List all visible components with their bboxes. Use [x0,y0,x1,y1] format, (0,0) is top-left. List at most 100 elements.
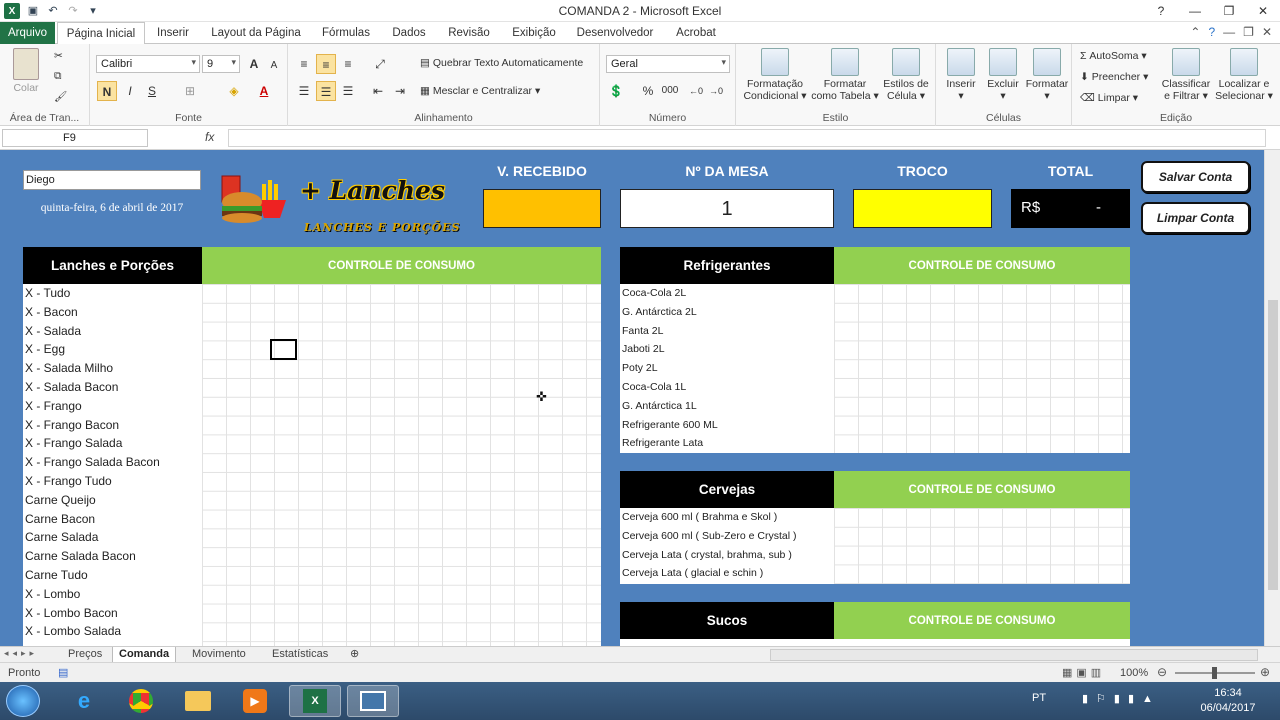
increase-indent-icon[interactable]: ⇥ [390,81,410,101]
tab-arquivo[interactable]: Arquivo [0,22,55,44]
copy-icon[interactable]: ⧉ [54,70,62,83]
worksheet[interactable]: Diego quinta-feira, 6 de abril de 2017 +… [0,150,1264,646]
user-name-cell[interactable]: Diego [23,170,201,190]
fill-button[interactable]: ⬇ Preencher ▾ [1080,71,1148,83]
comma-button[interactable]: 000 [658,81,682,101]
tab-desenvolvedor[interactable]: Desenvolvedor [572,22,658,44]
sheet-nav-arrows-icon[interactable]: ◂◂▸▸ [4,648,38,659]
decrease-indent-icon[interactable]: ⇤ [368,81,388,101]
tab-layout[interactable]: Layout da Página [206,22,306,44]
mesa-input[interactable]: 1 [620,189,834,228]
tab-dados[interactable]: Dados [386,22,432,44]
cervejas-consumo-grid[interactable] [834,508,1130,584]
macro-record-icon[interactable]: ▤ [58,666,68,679]
font-name-select[interactable]: Calibri [96,55,200,73]
cut-icon[interactable]: ✂ [54,50,63,62]
sheet-tab-movimento[interactable]: Movimento [186,647,252,663]
clear-button[interactable]: ⌫ Limpar ▾ [1080,92,1138,104]
start-button-icon[interactable] [6,685,40,717]
tray-icons[interactable]: ▮⚐▮▮▲ [1082,692,1161,705]
underline-button[interactable]: S [142,81,162,101]
name-box[interactable]: F9 [2,129,148,147]
help-icon[interactable]: ? [1208,25,1215,39]
format-painter-icon[interactable]: 🖌 [54,90,67,103]
wrap-text-button[interactable]: ▤ Quebrar Texto Automaticamente [420,57,583,69]
fill-color-icon[interactable]: ◈ [224,81,244,101]
insert-cells-button[interactable]: Inserir ▾ [940,48,982,102]
zoom-in-icon[interactable]: ⊕ [1260,665,1270,679]
zoom-level[interactable]: 100% [1120,667,1148,679]
cell-styles-button[interactable]: Estilos de Célula ▾ [880,48,932,102]
paste-button[interactable]: Colar [6,48,46,94]
zoom-slider-thumb[interactable] [1212,667,1217,679]
tab-formulas[interactable]: Fórmulas [316,22,376,44]
clock-date[interactable]: 06/04/2017 [1196,702,1260,714]
format-as-table-button[interactable]: Formatar como Tabela ▾ [810,48,880,102]
font-size-select[interactable]: 9 [202,55,240,73]
sheet-tab-precos[interactable]: Preços [62,647,108,663]
v-recebido-input[interactable] [483,189,601,228]
lanches-consumo-grid[interactable] [202,284,601,646]
restore-icon[interactable]: ❐ [1212,0,1246,22]
increase-decimal-icon[interactable]: ←0 [686,81,706,101]
delete-cells-button[interactable]: Excluir ▾ [982,48,1024,102]
number-format-select[interactable]: Geral [606,55,730,73]
selected-cell[interactable] [270,339,297,360]
merge-center-button[interactable]: ▦ Mesclar e Centralizar ▾ [420,85,540,97]
workbook-minimize-icon[interactable]: — [1223,25,1235,39]
align-center-icon[interactable]: ☰ [316,81,336,101]
workbook-close-icon[interactable]: ✕ [1262,25,1272,39]
horizontal-scrollbar[interactable] [770,649,1258,661]
view-buttons-icon[interactable]: ▦▣▥ [1062,666,1105,679]
clear-bill-button[interactable]: Limpar Conta [1141,202,1250,234]
language-indicator[interactable]: PT [1032,692,1046,704]
remote-desktop-icon[interactable] [347,685,399,717]
grow-font-button[interactable]: A [244,54,264,74]
bold-button[interactable]: N [97,81,117,101]
borders-icon[interactable]: ⊞ [180,81,200,101]
tab-inserir[interactable]: Inserir [150,22,196,44]
tab-revisao[interactable]: Revisão [442,22,496,44]
new-sheet-icon[interactable]: ⊕ [344,647,365,663]
conditional-format-button[interactable]: Formatação Condicional ▾ [740,48,810,102]
sheet-tab-comanda[interactable]: Comanda [112,647,177,663]
align-right-icon[interactable]: ☰ [338,81,358,101]
media-player-icon[interactable]: ▶ [229,685,281,717]
excel-taskbar-icon[interactable]: X [289,685,341,717]
refrigerantes-consumo-grid[interactable] [834,284,1130,453]
ribbon-display-icon[interactable]: ? [1144,0,1178,22]
vertical-scrollbar[interactable] [1264,150,1280,646]
font-color-button[interactable]: A [254,81,274,101]
ie-icon[interactable]: e [58,685,110,717]
chrome-icon[interactable] [115,685,167,717]
decrease-decimal-icon[interactable]: →0 [706,81,726,101]
percent-button[interactable]: % [638,81,658,101]
tab-acrobat[interactable]: Acrobat [668,22,724,44]
orientation-icon[interactable]: ⤢ [370,54,390,74]
find-select-button[interactable]: Localizar e Selecionar ▾ [1212,48,1276,102]
italic-button[interactable]: I [120,81,140,101]
shrink-font-button[interactable]: A [264,56,284,76]
minimize-ribbon-icon[interactable]: ⌃ [1190,25,1200,39]
fx-icon[interactable]: fx [205,130,214,144]
tab-exibicao[interactable]: Exibição [506,22,562,44]
close-icon[interactable]: ✕ [1246,0,1280,22]
align-middle-icon[interactable]: ≡ [316,54,336,74]
tab-pagina-inicial[interactable]: Página Inicial [57,22,145,45]
accounting-icon[interactable]: 💲 [606,81,626,101]
workbook-restore-icon[interactable]: ❐ [1243,25,1254,39]
scroll-thumb[interactable] [1268,300,1278,590]
zoom-out-icon[interactable]: ⊖ [1157,665,1167,679]
explorer-icon[interactable] [172,685,224,717]
align-bottom-icon[interactable]: ≡ [338,54,358,74]
align-left-icon[interactable]: ☰ [294,81,314,101]
formula-input[interactable] [228,129,1266,147]
clock-time[interactable]: 16:34 [1200,687,1256,699]
sort-filter-button[interactable]: Classificar e Filtrar ▾ [1160,48,1212,102]
autosum-button[interactable]: Σ AutoSoma ▾ [1080,50,1147,62]
align-top-icon[interactable]: ≡ [294,54,314,74]
format-cells-button[interactable]: Formatar ▾ [1024,48,1070,102]
save-bill-button[interactable]: Salvar Conta [1141,161,1250,193]
sheet-tab-estatisticas[interactable]: Estatísticas [266,647,334,663]
minimize-icon[interactable]: — [1178,0,1212,22]
